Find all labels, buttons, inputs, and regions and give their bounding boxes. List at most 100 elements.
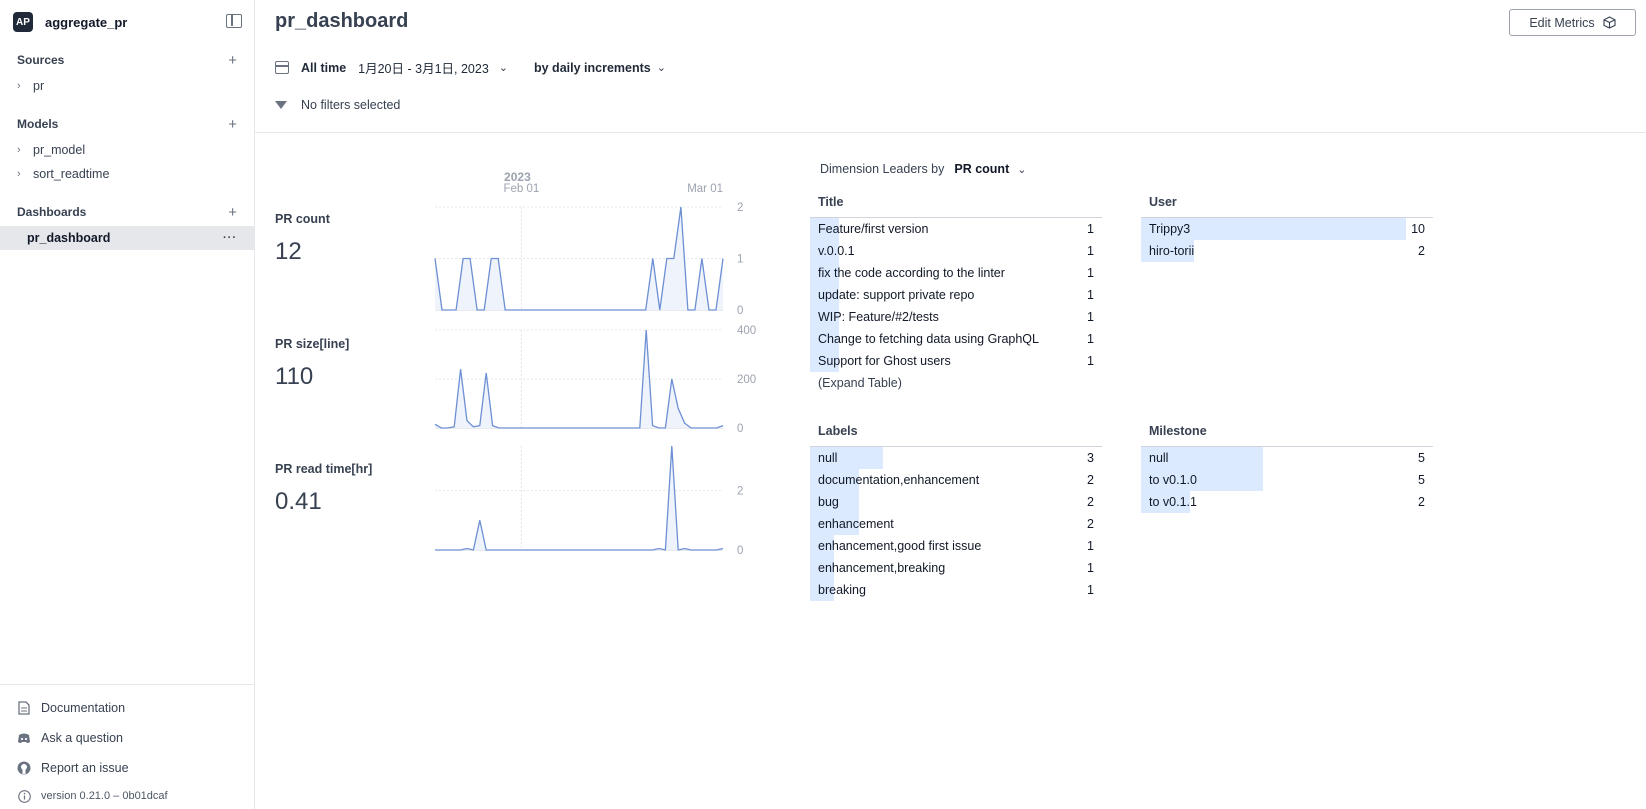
measure-value: 2: [1418, 244, 1425, 258]
sidebar-item-label: pr: [33, 79, 45, 93]
dimension-value: null: [1149, 451, 1169, 465]
dimension-value: bug: [818, 495, 839, 509]
table-row[interactable]: Trippy3 10: [1141, 218, 1433, 240]
filter-bar[interactable]: No filters selected: [275, 98, 400, 112]
table-row[interactable]: update: support private repo 1: [810, 284, 1102, 306]
documentation-link[interactable]: Documentation: [0, 693, 254, 723]
add-model-icon[interactable]: +: [228, 117, 237, 132]
dimension-value: Support for Ghost users: [818, 354, 951, 368]
calendar-icon: [275, 61, 289, 74]
measure-value: 1: [1087, 539, 1094, 553]
table-row[interactable]: to v0.1.1 2: [1141, 491, 1433, 513]
edit-metrics-button[interactable]: Edit Metrics: [1509, 9, 1636, 36]
github-icon: [17, 761, 31, 775]
cube-icon: [1603, 16, 1616, 29]
y-tick-label: 0: [737, 545, 743, 557]
filter-icon: [275, 101, 287, 109]
table-row[interactable]: hiro-torii 2: [1141, 240, 1433, 262]
more-options-icon[interactable]: ···: [223, 232, 237, 244]
series-area: [435, 446, 723, 550]
chevron-down-icon[interactable]: ⌄: [1017, 163, 1026, 176]
table-row[interactable]: WIP: Feature/#2/tests 1: [810, 306, 1102, 328]
document-icon: [17, 701, 31, 715]
section-sources: Sources +: [0, 46, 254, 74]
y-tick-label: 400: [737, 325, 756, 337]
table-row[interactable]: to v0.1.0 5: [1141, 469, 1433, 491]
y-tick-label: 200: [737, 374, 756, 386]
chevron-down-icon[interactable]: ⌄: [499, 61, 508, 74]
leader-table-milestone: Milestone null 5 to v0.1.0 5 to v0.1.1 2: [1141, 424, 1433, 513]
sidebar-item-pr-dashboard[interactable]: pr_dashboard ···: [0, 226, 254, 250]
measure-value: 1: [1087, 583, 1094, 597]
metrics-charts[interactable]: 2023Feb 01 Mar 01 0 1 2 0 200 400 0 2: [255, 170, 795, 590]
leader-table-user: User Trippy3 10 hiro-torii 2: [1141, 195, 1433, 262]
add-dashboard-icon[interactable]: +: [228, 205, 237, 220]
table-row[interactable]: bug 2: [810, 491, 1102, 513]
time-grain-select[interactable]: by daily increments: [534, 61, 651, 75]
table-row[interactable]: Change to fetching data using GraphQL 1: [810, 328, 1102, 350]
x-tick-label: Feb 01: [503, 183, 539, 195]
table-row[interactable]: Feature/first version 1: [810, 218, 1102, 240]
table-row[interactable]: Support for Ghost users 1: [810, 350, 1102, 372]
section-title: Dashboards: [17, 205, 87, 219]
sidebar-item-sort-readtime[interactable]: › sort_readtime: [0, 162, 254, 186]
measure-value: 5: [1418, 473, 1425, 487]
ask-question-link[interactable]: Ask a question: [0, 723, 254, 753]
section-models: Models +: [0, 110, 254, 138]
table-row[interactable]: null 5: [1141, 447, 1433, 469]
y-tick-label: 2: [737, 486, 743, 498]
version-label: version 0.21.0 – 0b01dcaf: [41, 790, 168, 802]
dimension-value: to v0.1.1: [1149, 495, 1197, 509]
measure-value: 2: [1087, 473, 1094, 487]
measure-value: 1: [1087, 332, 1094, 346]
sidebar-collapse-icon[interactable]: [226, 14, 242, 28]
table-row[interactable]: breaking 1: [810, 579, 1102, 601]
table-row[interactable]: enhancement,breaking 1: [810, 557, 1102, 579]
measure-value: 1: [1087, 561, 1094, 575]
section-title: Sources: [17, 53, 65, 67]
info-icon: [17, 789, 31, 803]
measure-value: 2: [1087, 495, 1094, 509]
project-header[interactable]: AP aggregate_pr: [0, 0, 254, 44]
filters-status: No filters selected: [301, 98, 401, 112]
add-source-icon[interactable]: +: [228, 53, 237, 68]
dimension-value: documentation,enhancement: [818, 473, 980, 487]
sidebar-item-label: pr_model: [33, 143, 86, 157]
report-issue-link[interactable]: Report an issue: [0, 753, 254, 783]
measure-value: 1: [1087, 288, 1094, 302]
table-row[interactable]: null 3: [810, 447, 1102, 469]
dimension-value: Feature/first version: [818, 222, 929, 236]
date-range-picker[interactable]: 1月20日 - 3月1日, 2023: [358, 58, 489, 77]
expand-table-link[interactable]: (Expand Table): [810, 372, 1102, 394]
dimension-value: update: support private repo: [818, 288, 975, 302]
sidebar-item-label: sort_readtime: [33, 167, 110, 181]
table-row[interactable]: v.0.0.1 1: [810, 240, 1102, 262]
leader-table-title: User: [1141, 195, 1433, 218]
section-title: Models: [17, 117, 59, 131]
dimension-leaders-header: Dimension Leaders by PR count ⌄: [820, 162, 1026, 176]
dimension-value: breaking: [818, 583, 866, 597]
dimension-value: null: [818, 451, 838, 465]
leaders-measure-select[interactable]: PR count: [954, 162, 1009, 176]
time-range-label: All time: [301, 60, 347, 75]
time-controls: All time 1月20日 - 3月1日, 2023 ⌄ by daily i…: [275, 58, 692, 77]
measure-value: 1: [1087, 266, 1094, 280]
leader-table-title: Milestone: [1141, 424, 1433, 447]
sidebar-item-pr[interactable]: › pr: [0, 74, 254, 98]
section-dashboards: Dashboards +: [0, 198, 254, 226]
dimension-value: Change to fetching data using GraphQL: [818, 332, 1039, 346]
measure-value: 3: [1087, 451, 1094, 465]
measure-value: 2: [1418, 495, 1425, 509]
measure-value: 1: [1087, 354, 1094, 368]
x-axis-year-label: 2023: [504, 170, 531, 184]
dimension-value: enhancement: [818, 517, 894, 531]
table-row[interactable]: enhancement 2: [810, 513, 1102, 535]
y-tick-label: 2: [737, 202, 743, 214]
chevron-down-icon[interactable]: ⌄: [657, 61, 666, 74]
leader-table-title: Labels: [810, 424, 1102, 447]
table-row[interactable]: documentation,enhancement 2: [810, 469, 1102, 491]
measure-value: 2: [1087, 517, 1094, 531]
sidebar-item-pr-model[interactable]: › pr_model: [0, 138, 254, 162]
table-row[interactable]: enhancement,good first issue 1: [810, 535, 1102, 557]
table-row[interactable]: fix the code according to the linter 1: [810, 262, 1102, 284]
